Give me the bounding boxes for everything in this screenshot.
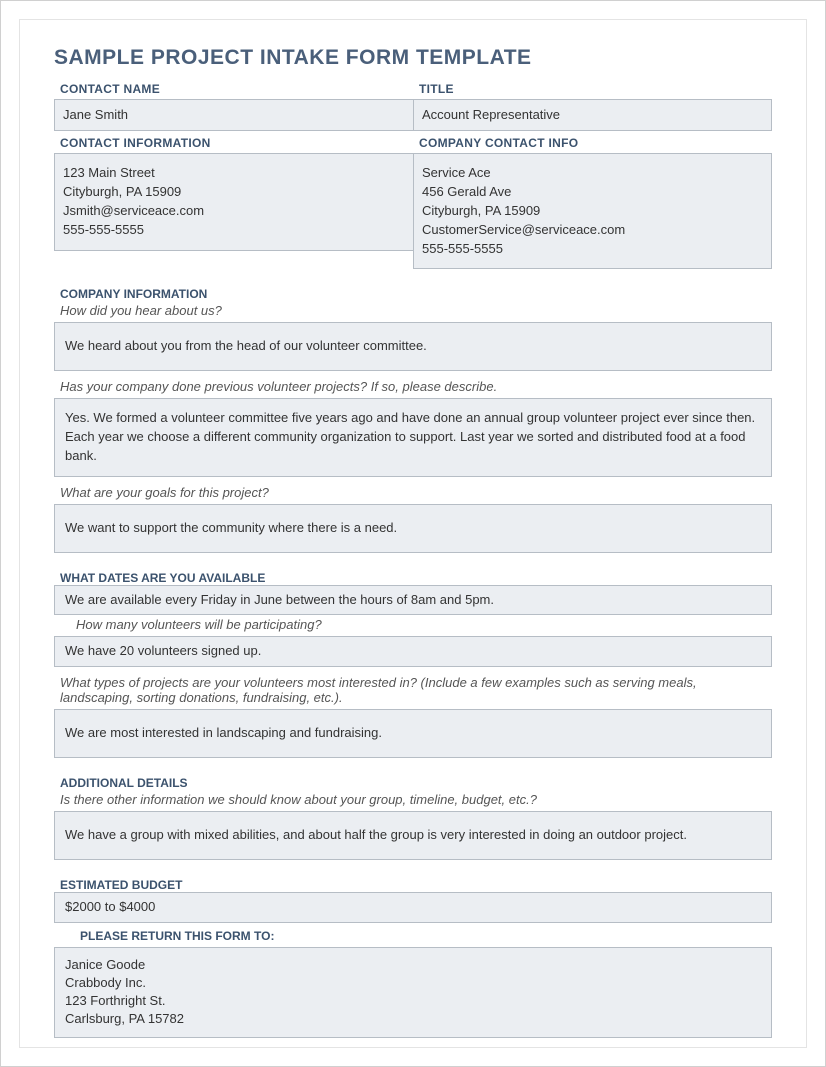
dates-label: WHAT DATES ARE YOU AVAILABLE	[54, 571, 772, 585]
previous-answer: Yes. We formed a volunteer committee fiv…	[54, 398, 772, 477]
company-info-label: COMPANY INFORMATION	[54, 287, 772, 301]
other-prompt: Is there other information we should kno…	[54, 790, 772, 811]
volunteers-prompt: How many volunteers will be participatin…	[54, 615, 772, 636]
goals-answer: We want to support the community where t…	[54, 504, 772, 553]
document-page: SAMPLE PROJECT INTAKE FORM TEMPLATE CONT…	[19, 19, 807, 1048]
budget-label: ESTIMATED BUDGET	[54, 878, 772, 892]
contact-name-value: Jane Smith	[54, 99, 413, 131]
heard-answer: We heard about you from the head of our …	[54, 322, 772, 371]
return-to-value: Janice Goode Crabbody Inc. 123 Forthrigh…	[54, 947, 772, 1038]
heard-prompt: How did you hear about us?	[54, 301, 772, 322]
budget-answer: $2000 to $4000	[54, 892, 772, 923]
company-contact-value: Service Ace 456 Gerald Ave Cityburgh, PA…	[413, 153, 772, 269]
goals-prompt: What are your goals for this project?	[54, 483, 772, 504]
contact-info-value: 123 Main Street Cityburgh, PA 15909 Jsmi…	[54, 153, 413, 250]
title-label: TITLE	[413, 80, 772, 99]
additional-label: ADDITIONAL DETAILS	[54, 776, 772, 790]
contact-row: CONTACT NAME Jane Smith TITLE Account Re…	[54, 80, 772, 131]
contact-name-label: CONTACT NAME	[54, 80, 413, 99]
types-answer: We are most interested in landscaping an…	[54, 709, 772, 758]
volunteers-answer: We have 20 volunteers signed up.	[54, 636, 772, 667]
contact-info-row: CONTACT INFORMATION 123 Main Street City…	[54, 134, 772, 269]
dates-answer: We are available every Friday in June be…	[54, 585, 772, 616]
previous-prompt: Has your company done previous volunteer…	[54, 377, 772, 398]
other-answer: We have a group with mixed abilities, an…	[54, 811, 772, 860]
contact-info-label: CONTACT INFORMATION	[54, 134, 413, 153]
types-prompt: What types of projects are your voluntee…	[54, 673, 772, 709]
return-to-label: PLEASE RETURN THIS FORM TO:	[54, 923, 772, 947]
page-title: SAMPLE PROJECT INTAKE FORM TEMPLATE	[54, 46, 772, 70]
title-value: Account Representative	[413, 99, 772, 131]
company-contact-label: COMPANY CONTACT INFO	[413, 134, 772, 153]
